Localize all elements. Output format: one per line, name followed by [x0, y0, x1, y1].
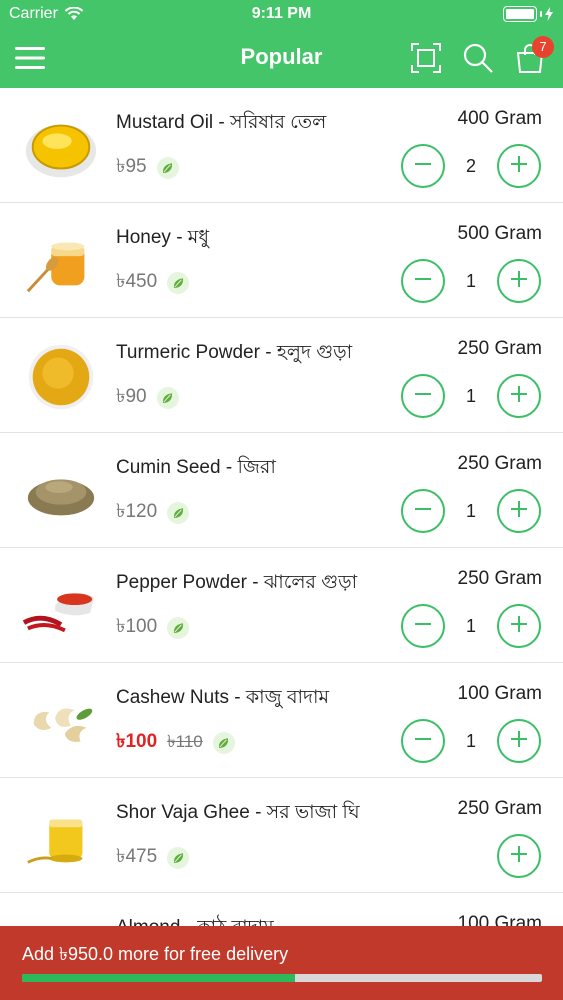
decrease-quantity-button[interactable] [401, 489, 445, 533]
product-name[interactable]: Honey - মধু [116, 223, 209, 255]
cart-count-badge: 7 [532, 36, 554, 58]
organic-leaf-icon [212, 732, 235, 754]
minus-icon [411, 267, 435, 296]
product-unit: 250 Gram [457, 568, 542, 589]
product-old-price: ৳110 [167, 732, 203, 751]
decrease-quantity-button[interactable] [401, 259, 445, 303]
quantity-value: 1 [465, 386, 476, 406]
product-row[interactable]: Cumin Seed - জিরা 250 Gram ৳120 1 [0, 433, 563, 548]
product-name[interactable]: Mustard Oil - সরিষার তেল [116, 108, 326, 140]
product-row[interactable]: Pepper Powder - ঝালের গুড়া 250 Gram ৳100 1 [0, 548, 563, 663]
scan-icon [411, 43, 441, 73]
price-line: ৳90 [116, 382, 179, 414]
product-name[interactable]: Cashew Nuts - কাজু বাদাম [116, 683, 329, 715]
decrease-quantity-button[interactable] [401, 719, 445, 763]
free-delivery-message: Add ৳950.0 more for free delivery [22, 944, 289, 964]
product-name[interactable]: Pepper Powder - ঝালের গুড়া [116, 568, 357, 600]
decrease-quantity-button[interactable] [401, 374, 445, 418]
battery-icon [503, 6, 537, 22]
organic-leaf-icon [167, 617, 190, 639]
product-list: Mustard Oil - সরিষার তেল 400 Gram ৳95 2 Hone… [0, 88, 563, 1000]
cart-button[interactable]: 7 [512, 36, 554, 76]
price-line: ৳95 [116, 152, 179, 184]
plus-icon [507, 497, 531, 526]
product-price: ৳95 [116, 156, 147, 177]
quantity-value: 1 [465, 731, 476, 751]
minus-icon [411, 497, 435, 526]
organic-leaf-icon [156, 157, 179, 179]
product-row[interactable]: Honey - মধু 500 Gram ৳450 1 [0, 203, 563, 318]
add-to-cart-button[interactable] [497, 259, 541, 303]
scan-button[interactable] [408, 40, 444, 76]
add-to-cart-button[interactable] [497, 144, 541, 188]
quantity-value: 2 [465, 156, 476, 176]
price-line: ৳100 ৳110 [116, 727, 235, 759]
product-row[interactable]: Turmeric Powder - হলুদ গুড়া 250 Gram ৳90 1 [0, 318, 563, 433]
product-image-chili-bowl[interactable] [22, 568, 100, 646]
product-row[interactable]: Mustard Oil - সরিষার তেল 400 Gram ৳95 2 [0, 88, 563, 203]
organic-leaf-icon [156, 387, 179, 409]
price-line: ৳450 [116, 267, 190, 299]
price-line: ৳475 [116, 842, 190, 874]
decrease-quantity-button[interactable] [401, 604, 445, 648]
delivery-progress-fill [22, 974, 295, 982]
decrease-quantity-button[interactable] [401, 144, 445, 188]
plus-icon [507, 727, 531, 756]
add-to-cart-button[interactable] [497, 834, 541, 878]
product-price: ৳100 [116, 731, 158, 752]
clock: 9:11 PM [251, 5, 312, 22]
product-price: ৳100 [116, 616, 158, 637]
add-to-cart-button[interactable] [497, 719, 541, 763]
organic-leaf-icon [167, 272, 190, 294]
product-price: ৳120 [116, 501, 158, 522]
product-name[interactable]: Cumin Seed - জিরা [116, 453, 276, 485]
product-unit: 250 Gram [457, 338, 542, 359]
plus-icon [507, 152, 531, 181]
quantity-value: 1 [465, 616, 476, 636]
price-line: ৳100 [116, 612, 190, 644]
product-row[interactable]: Cashew Nuts - কাজু বাদাম 100 Gram ৳100 ৳110… [0, 663, 563, 778]
minus-icon [411, 152, 435, 181]
product-unit: 250 Gram [457, 453, 542, 474]
free-delivery-banner: Add ৳950.0 more for free delivery [0, 926, 563, 1000]
product-unit: 100 Gram [457, 683, 542, 704]
add-to-cart-button[interactable] [497, 374, 541, 418]
product-unit: 500 Gram [457, 223, 542, 244]
add-to-cart-button[interactable] [497, 604, 541, 648]
organic-leaf-icon [167, 502, 190, 524]
quantity-value: 1 [465, 271, 476, 291]
minus-icon [411, 727, 435, 756]
product-unit: 250 Gram [457, 798, 542, 819]
plus-icon [507, 842, 531, 871]
nav-bar: Popular 7 [0, 28, 563, 88]
plus-icon [507, 382, 531, 411]
plus-icon [507, 267, 531, 296]
product-name[interactable]: Turmeric Powder - হলুদ গুড়া [116, 338, 352, 370]
minus-icon [411, 612, 435, 641]
product-image-cashews[interactable] [22, 683, 100, 761]
add-to-cart-button[interactable] [497, 489, 541, 533]
product-row[interactable]: Shor Vaja Ghee - সর ভাজা ঘি 250 Gram ৳475 [0, 778, 563, 893]
delivery-progress-bar [22, 974, 542, 982]
price-line: ৳120 [116, 497, 190, 529]
battery-indicator [503, 6, 553, 22]
product-price: ৳90 [116, 386, 147, 407]
organic-leaf-icon [167, 847, 190, 869]
minus-icon [411, 382, 435, 411]
charging-bolt-icon [545, 7, 553, 21]
product-price: ৳475 [116, 846, 158, 867]
product-image-ghee-jar[interactable] [22, 798, 100, 876]
product-image-turmeric-bowl[interactable] [22, 338, 100, 416]
quantity-value: 1 [465, 501, 476, 521]
plus-icon [507, 612, 531, 641]
search-button[interactable] [460, 40, 496, 76]
product-image-honey-jar[interactable] [22, 223, 100, 301]
product-unit: 400 Gram [457, 108, 542, 129]
search-icon [463, 43, 493, 73]
product-name[interactable]: Shor Vaja Ghee - সর ভাজা ঘি [116, 798, 360, 830]
product-price: ৳450 [116, 271, 158, 292]
product-image-oil-bowl[interactable] [22, 108, 100, 186]
status-bar: Carrier 9:11 PM [0, 0, 563, 28]
product-image-cumin-pile[interactable] [22, 453, 100, 531]
